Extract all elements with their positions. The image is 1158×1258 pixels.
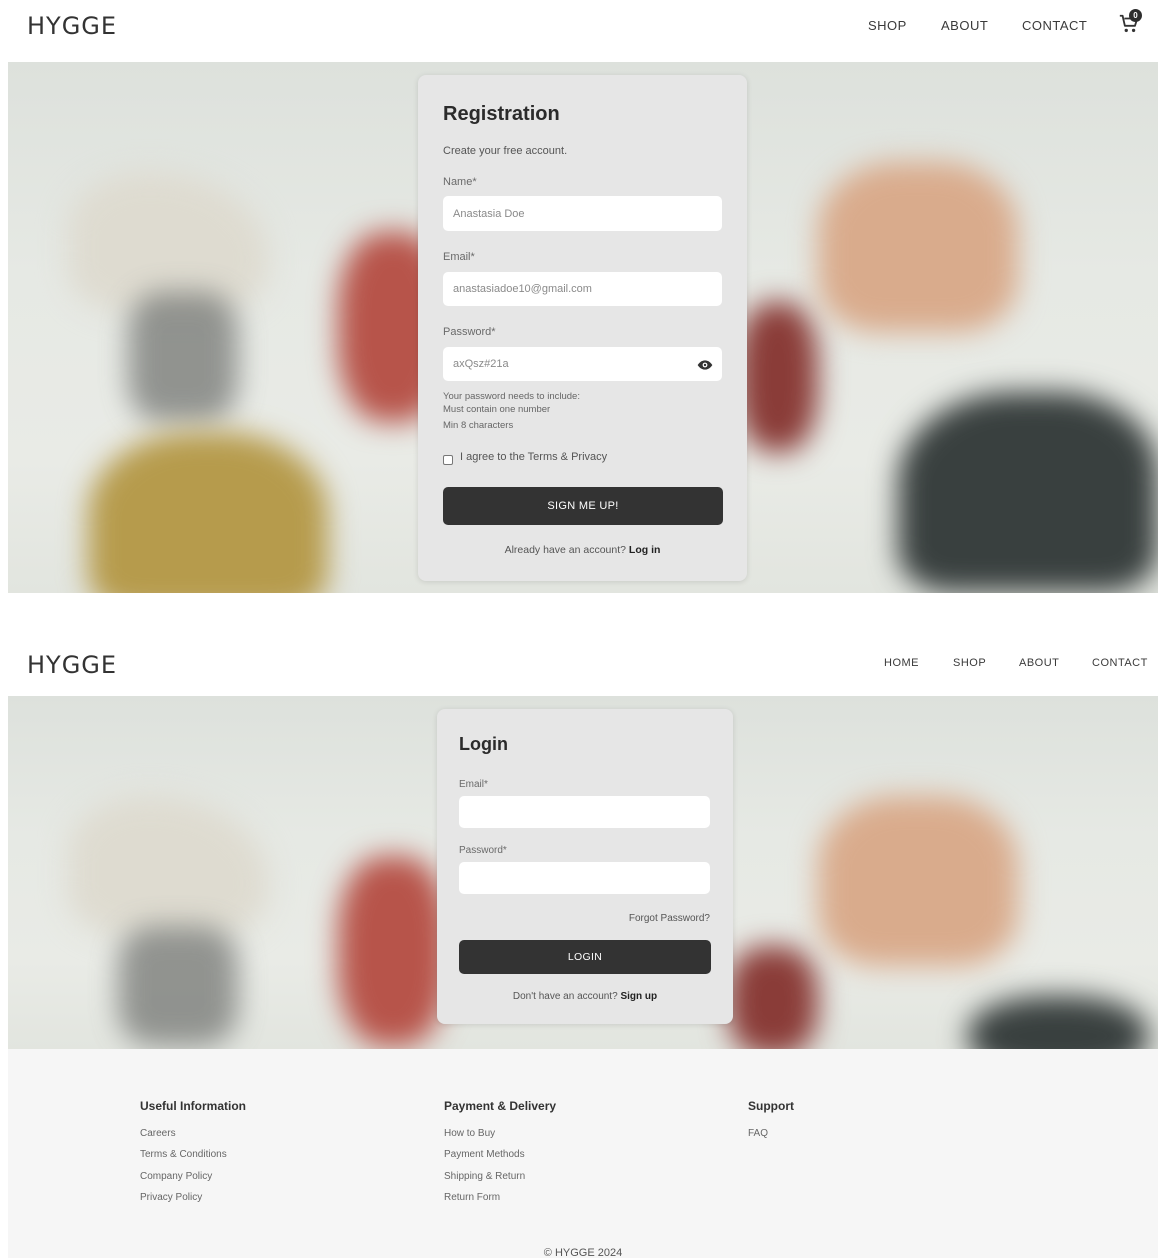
signup-prompt: Don't have an account? Sign up	[437, 991, 733, 1002]
nav-about[interactable]: ABOUT	[1019, 657, 1059, 669]
footer-link-careers[interactable]: Careers	[140, 1128, 176, 1139]
password-label: Password*	[443, 326, 496, 338]
chair-image	[898, 392, 1158, 592]
nav-shop[interactable]: SHOP	[953, 657, 986, 669]
login-password-input[interactable]	[459, 862, 710, 894]
registration-form: Registration Create your free account. N…	[418, 75, 747, 581]
footer-link-return-form[interactable]: Return Form	[444, 1192, 500, 1203]
password-input[interactable]: axQsz#21a	[443, 347, 722, 381]
signup-prompt-text: Don't have an account?	[512, 991, 618, 1002]
login-prompt-text: Already have an account?	[504, 544, 626, 556]
chair-image	[728, 946, 818, 1049]
login-email-input[interactable]	[459, 796, 710, 828]
eye-icon[interactable]	[697, 357, 713, 373]
sign-up-link[interactable]: Sign up	[620, 991, 657, 1002]
login-header: HYGGE HOME SHOP ABOUT CONTACT	[0, 620, 1158, 696]
login-button[interactable]: LOGIN	[459, 940, 711, 974]
chair-image	[118, 926, 238, 1046]
chair-image	[338, 856, 448, 1046]
name-label: Name*	[443, 176, 477, 188]
sign-up-button[interactable]: SIGN ME UP!	[443, 487, 723, 525]
nav-contact[interactable]: CONTACT	[1022, 18, 1087, 33]
nav-about[interactable]: ABOUT	[941, 18, 988, 33]
footer-link-faq[interactable]: FAQ	[748, 1128, 768, 1139]
login-form: Login Email* Password* Forgot Password? …	[437, 709, 733, 1024]
registration-title: Registration	[443, 103, 560, 125]
footer-link-how-to-buy[interactable]: How to Buy	[444, 1128, 495, 1139]
forgot-password-link[interactable]: Forgot Password?	[459, 913, 710, 924]
password-hint-title: Your password needs to include:	[443, 391, 580, 402]
password-hint-length: Min 8 characters	[443, 420, 514, 431]
nav-shop[interactable]: SHOP	[868, 18, 907, 33]
footer-heading-payment-delivery: Payment & Delivery	[444, 1099, 557, 1113]
nav-home[interactable]: HOME	[884, 657, 919, 669]
footer-heading-useful-information: Useful Information	[140, 1099, 247, 1113]
name-input[interactable]: Anastasia Doe	[443, 196, 722, 231]
footer-link-payment-methods[interactable]: Payment Methods	[444, 1149, 525, 1160]
chair-image	[968, 996, 1148, 1049]
terms-checkbox[interactable]	[443, 455, 453, 465]
copyright: © HYGGE 2024	[543, 1247, 623, 1258]
login-link[interactable]: Log in	[629, 544, 661, 556]
footer-link-terms[interactable]: Terms & Conditions	[140, 1149, 227, 1160]
chair-image	[818, 162, 1018, 332]
registration-subtitle: Create your free account.	[443, 145, 568, 157]
cart-count-badge: 0	[1129, 9, 1142, 22]
footer-link-company-policy[interactable]: Company Policy	[140, 1171, 212, 1182]
login-email-label: Email*	[459, 779, 488, 790]
footer: Useful Information Careers Terms & Condi…	[8, 1049, 1158, 1258]
footer-link-shipping-return[interactable]: Shipping & Return	[444, 1171, 525, 1182]
login-password-label: Password*	[459, 845, 507, 856]
chair-image	[818, 796, 1018, 966]
login-prompt: Already have an account? Log in	[418, 544, 747, 556]
login-title: Login	[459, 734, 508, 754]
password-hint-number: Must contain one number	[443, 404, 551, 415]
email-input[interactable]: anastasiadoe10@gmail.com	[443, 272, 722, 306]
logo[interactable]: HYGGE	[27, 651, 117, 679]
footer-heading-support: Support	[748, 1099, 794, 1113]
nav-contact[interactable]: CONTACT	[1092, 657, 1148, 669]
registration-header: HYGGE SHOP ABOUT CONTACT 0	[0, 0, 1158, 62]
chair-image	[88, 432, 328, 593]
email-label: Email*	[443, 251, 475, 263]
chair-image	[128, 292, 238, 422]
logo[interactable]: HYGGE	[27, 12, 117, 40]
chair-image	[68, 796, 268, 936]
cart-button[interactable]: 0	[1118, 9, 1144, 33]
terms-label[interactable]: I agree to the Terms & Privacy	[460, 451, 607, 463]
chair-image	[68, 172, 268, 312]
chair-image	[738, 302, 818, 452]
footer-link-privacy-policy[interactable]: Privacy Policy	[140, 1192, 202, 1203]
